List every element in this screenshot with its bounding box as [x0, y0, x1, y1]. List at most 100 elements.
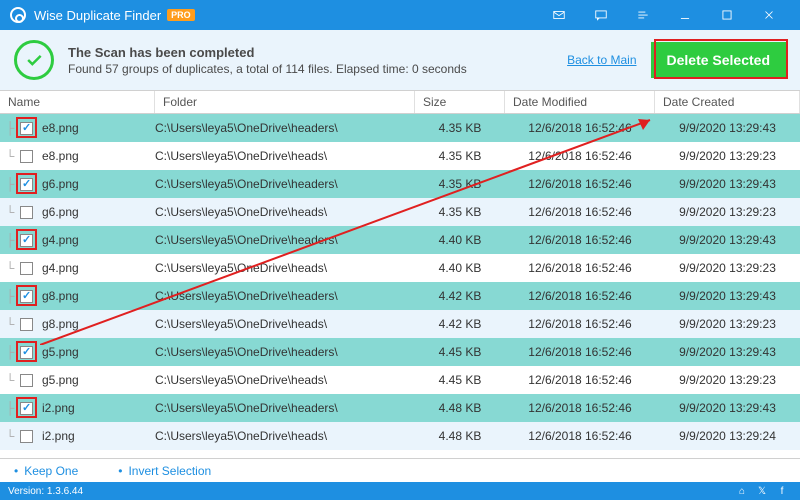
table-row[interactable]: └g6.pngC:\Users\leya5\OneDrive\heads\4.3… — [0, 198, 800, 226]
file-folder: C:\Users\leya5\OneDrive\headers\ — [155, 289, 415, 303]
file-name: g6.png — [38, 205, 155, 219]
tree-glyph: ├ — [0, 121, 20, 135]
menu-icon[interactable] — [622, 0, 664, 30]
file-created: 9/9/2020 13:29:43 — [655, 233, 800, 247]
titlebar: Wise Duplicate Finder PRO — [0, 0, 800, 30]
col-folder[interactable]: Folder — [155, 91, 415, 113]
file-name: g5.png — [38, 373, 155, 387]
file-size: 4.48 KB — [415, 429, 505, 443]
row-checkbox[interactable] — [20, 178, 33, 191]
feedback-icon[interactable] — [580, 0, 622, 30]
file-modified: 12/6/2018 16:52:46 — [505, 205, 655, 219]
file-size: 4.35 KB — [415, 177, 505, 191]
file-size: 4.35 KB — [415, 205, 505, 219]
banner-subtitle: Found 57 groups of duplicates, a total o… — [68, 62, 467, 76]
row-checkbox[interactable] — [20, 402, 33, 415]
table-row[interactable]: ├g6.pngC:\Users\leya5\OneDrive\headers\4… — [0, 170, 800, 198]
delete-selected-button[interactable]: Delete Selected — [651, 42, 787, 78]
minimize-icon[interactable] — [664, 0, 706, 30]
file-modified: 12/6/2018 16:52:46 — [505, 429, 655, 443]
table-row[interactable]: └e8.pngC:\Users\leya5\OneDrive\heads\4.3… — [0, 142, 800, 170]
tree-glyph: └ — [0, 149, 20, 163]
file-created: 9/9/2020 13:29:23 — [655, 317, 800, 331]
file-folder: C:\Users\leya5\OneDrive\headers\ — [155, 233, 415, 247]
mail-icon[interactable] — [538, 0, 580, 30]
table-row[interactable]: ├ g5.pngC:\Users\leya5\OneDrive\headers\4… — [0, 338, 800, 366]
file-folder: C:\Users\leya5\OneDrive\headers\ — [155, 345, 415, 359]
row-checkbox[interactable] — [20, 262, 33, 275]
row-checkbox[interactable] — [20, 318, 33, 331]
file-modified: 12/6/2018 16:52:46 — [505, 401, 655, 415]
row-checkbox[interactable] — [20, 150, 33, 163]
keep-one-link[interactable]: Keep One — [24, 464, 78, 478]
app-logo-icon — [10, 7, 26, 23]
file-name: e8.png — [38, 149, 155, 163]
file-folder: C:\Users\leya5\OneDrive\heads\ — [155, 317, 415, 331]
file-folder: C:\Users\leya5\OneDrive\heads\ — [155, 149, 415, 163]
home-icon[interactable]: ⌂ — [732, 486, 752, 497]
file-name: e8.png — [38, 121, 155, 135]
file-size: 4.48 KB — [415, 401, 505, 415]
file-created: 9/9/2020 13:29:43 — [655, 177, 800, 191]
file-folder: C:\Users\leya5\OneDrive\heads\ — [155, 261, 415, 275]
file-modified: 12/6/2018 16:52:46 — [505, 289, 655, 303]
row-checkbox[interactable] — [20, 234, 33, 247]
table-row[interactable]: └ g8.pngC:\Users\leya5\OneDrive\heads\4.4… — [0, 310, 800, 338]
file-modified: 12/6/2018 16:52:46 — [505, 121, 655, 135]
file-name: g8.png — [38, 289, 155, 303]
status-bar: Version: 1.3.6.44 ⌂ 𝕏 f — [0, 482, 800, 500]
col-created[interactable]: Date Created — [655, 91, 800, 113]
table-row[interactable]: └g5.pngC:\Users\leya5\OneDrive\heads\4.4… — [0, 366, 800, 394]
file-created: 9/9/2020 13:29:23 — [655, 261, 800, 275]
row-checkbox[interactable] — [20, 122, 33, 135]
close-icon[interactable] — [748, 0, 790, 30]
file-size: 4.42 KB — [415, 317, 505, 331]
tree-glyph: ├ — [0, 233, 20, 247]
col-name[interactable]: Name — [0, 91, 155, 113]
tree-glyph: └ — [0, 429, 20, 443]
file-size: 4.35 KB — [415, 121, 505, 135]
file-modified: 12/6/2018 16:52:46 — [505, 373, 655, 387]
tree-glyph: ├ — [0, 401, 20, 415]
table-row[interactable]: ├g8.pngC:\Users\leya5\OneDrive\headers\4… — [0, 282, 800, 310]
file-size: 4.45 KB — [415, 345, 505, 359]
tree-glyph: ├ — [0, 177, 20, 191]
tree-glyph: ├ — [0, 345, 20, 359]
row-checkbox[interactable] — [20, 346, 33, 359]
invert-selection-link[interactable]: Invert Selection — [128, 464, 211, 478]
file-size: 4.40 KB — [415, 233, 505, 247]
row-checkbox[interactable] — [20, 290, 33, 303]
file-created: 9/9/2020 13:29:23 — [655, 149, 800, 163]
file-name: g8.png — [38, 317, 155, 331]
file-name: i2.png — [38, 429, 155, 443]
file-modified: 12/6/2018 16:52:46 — [505, 345, 655, 359]
row-checkbox[interactable] — [20, 374, 33, 387]
column-headers: Name Folder Size Date Modified Date Crea… — [0, 90, 800, 114]
file-modified: 12/6/2018 16:52:46 — [505, 317, 655, 331]
row-checkbox[interactable] — [20, 430, 33, 443]
file-created: 9/9/2020 13:29:43 — [655, 121, 800, 135]
col-modified[interactable]: Date Modified — [505, 91, 655, 113]
success-check-icon — [14, 40, 54, 80]
col-size[interactable]: Size — [415, 91, 505, 113]
file-folder: C:\Users\leya5\OneDrive\heads\ — [155, 205, 415, 219]
file-modified: 12/6/2018 16:52:46 — [505, 177, 655, 191]
file-folder: C:\Users\leya5\OneDrive\headers\ — [155, 121, 415, 135]
file-size: 4.45 KB — [415, 373, 505, 387]
back-to-main-link[interactable]: Back to Main — [567, 53, 636, 67]
row-checkbox[interactable] — [20, 206, 33, 219]
pro-badge: PRO — [167, 9, 195, 21]
table-row[interactable]: ├i2.pngC:\Users\leya5\OneDrive\headers\4… — [0, 394, 800, 422]
facebook-icon[interactable]: f — [772, 486, 792, 497]
tree-glyph: ├ — [0, 289, 20, 303]
file-created: 9/9/2020 13:29:23 — [655, 205, 800, 219]
tree-glyph: └ — [0, 317, 20, 331]
table-row[interactable]: └i2.pngC:\Users\leya5\OneDrive\heads\4.4… — [0, 422, 800, 450]
file-name: g5.png — [38, 345, 155, 359]
twitter-icon[interactable]: 𝕏 — [752, 486, 772, 497]
file-name: g6.png — [38, 177, 155, 191]
table-row[interactable]: ├ e8.pngC:\Users\leya5\OneDrive\headers\4… — [0, 114, 800, 142]
maximize-icon[interactable] — [706, 0, 748, 30]
table-row[interactable]: └g4.pngC:\Users\leya5\OneDrive\heads\4.4… — [0, 254, 800, 282]
table-row[interactable]: ├g4.pngC:\Users\leya5\OneDrive\headers\4… — [0, 226, 800, 254]
